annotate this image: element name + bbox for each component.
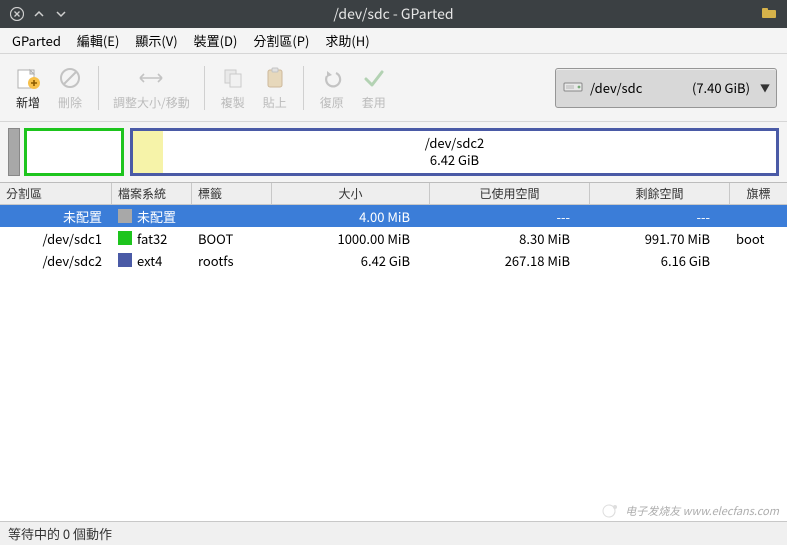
delete-icon — [58, 64, 82, 92]
col-unused[interactable]: 剩餘空間 — [590, 183, 730, 204]
map-part-size: 6.42 GiB — [425, 152, 485, 169]
window-title: /dev/sdc - GParted — [333, 4, 453, 24]
map-partition-sdc2[interactable]: /dev/sdc2 6.42 GiB — [130, 128, 779, 176]
cell-used: 8.30 MiB — [430, 229, 590, 248]
cell-size: 4.00 MiB — [272, 207, 430, 226]
cell-partition: /dev/sdc1 — [0, 229, 112, 248]
table-row[interactable]: 未配置未配置4.00 MiB------ — [0, 205, 787, 227]
map-partition-sdc1[interactable] — [24, 128, 124, 176]
table-header: 分割區 檔案系統 標籤 大小 已使用空間 剩餘空間 旗標 — [0, 183, 787, 205]
col-label[interactable]: 標籤 — [192, 183, 272, 204]
table-body: 未配置未配置4.00 MiB------/dev/sdc1fat32BOOT10… — [0, 205, 787, 521]
watermark-icon — [601, 503, 621, 519]
cell-filesystem: 未配置 — [112, 207, 192, 226]
paste-button: 貼上 — [255, 60, 295, 115]
down-button[interactable] — [52, 5, 70, 23]
paste-label: 貼上 — [263, 94, 287, 111]
status-bar: 等待中的 0 個動作 — [0, 521, 787, 545]
chevron-up-icon — [33, 8, 45, 20]
cell-size: 1000.00 MiB — [272, 229, 430, 248]
close-button[interactable] — [8, 5, 26, 23]
toolbar-separator — [204, 66, 205, 110]
cell-filesystem: fat32 — [112, 229, 192, 248]
watermark: 电子发烧友 www.elecfans.com — [601, 503, 779, 519]
device-selector[interactable]: /dev/sdc (7.40 GiB) ▼ — [555, 68, 777, 108]
drive-icon — [562, 77, 584, 99]
apply-label: 套用 — [362, 94, 386, 111]
menu-partition[interactable]: 分割區(P) — [245, 28, 317, 53]
apply-button: 套用 — [354, 60, 394, 115]
titlebar: /dev/sdc - GParted — [0, 0, 787, 28]
col-size[interactable]: 大小 — [272, 183, 430, 204]
up-button[interactable] — [30, 5, 48, 23]
menu-help[interactable]: 求助(H) — [317, 28, 377, 53]
paste-icon — [263, 64, 287, 92]
menu-gparted[interactable]: GParted — [4, 28, 69, 53]
device-size: (7.40 GiB) — [692, 78, 750, 97]
resize-icon — [136, 64, 166, 92]
cell-unused: --- — [590, 207, 730, 226]
app-indicator-icon — [761, 5, 779, 24]
menubar: GParted 編輯(E) 顯示(V) 裝置(D) 分割區(P) 求助(H) — [0, 28, 787, 54]
undo-icon — [320, 64, 344, 92]
copy-button: 複製 — [213, 60, 253, 115]
new-label: 新增 — [16, 94, 40, 111]
disk-map: /dev/sdc2 6.42 GiB — [0, 122, 787, 182]
menu-device[interactable]: 裝置(D) — [186, 28, 246, 53]
resize-label: 調整大小/移動 — [113, 94, 190, 111]
table-row[interactable]: /dev/sdc2ext4rootfs6.42 GiB267.18 MiB6.1… — [0, 249, 787, 271]
cell-size: 6.42 GiB — [272, 251, 430, 270]
col-filesystem[interactable]: 檔案系統 — [112, 183, 192, 204]
cell-used: --- — [430, 207, 590, 226]
delete-button: 刪除 — [50, 60, 90, 115]
partition-table: 分割區 檔案系統 標籤 大小 已使用空間 剩餘空間 旗標 未配置未配置 4.00 … — [0, 182, 787, 521]
col-flags[interactable]: 旗標 — [730, 183, 787, 204]
menu-edit[interactable]: 編輯(E) — [69, 28, 127, 53]
new-icon — [15, 64, 41, 92]
delete-label: 刪除 — [58, 94, 82, 111]
watermark-text: 电子发烧友 www.elecfans.com — [625, 503, 779, 519]
cell-partition: /dev/sdc2 — [0, 251, 112, 270]
cell-flags: boot — [730, 229, 787, 248]
undo-label: 復原 — [320, 94, 344, 111]
col-used[interactable]: 已使用空間 — [430, 183, 590, 204]
device-name: /dev/sdc — [590, 78, 642, 97]
toolbar-separator — [303, 66, 304, 110]
undo-button: 復原 — [312, 60, 352, 115]
new-button[interactable]: 新增 — [8, 60, 48, 115]
apply-icon — [362, 64, 386, 92]
table-row[interactable]: /dev/sdc1fat32BOOT1000.00 MiB8.30 MiB991… — [0, 227, 787, 249]
fs-swatch — [118, 209, 132, 223]
cell-unused: 991.70 MiB — [590, 229, 730, 248]
col-partition[interactable]: 分割區 — [0, 183, 112, 204]
resize-button: 調整大小/移動 — [107, 60, 196, 115]
toolbar: 新增 刪除 調整大小/移動 複製 貼上 復原 套用 — [0, 54, 787, 122]
cell-partition: 未配置 — [0, 207, 112, 226]
status-text: 等待中的 0 個動作 — [8, 524, 112, 543]
map-unallocated[interactable] — [8, 128, 20, 176]
chevron-down-icon — [55, 8, 67, 20]
cell-unused: 6.16 GiB — [590, 251, 730, 270]
cell-label: rootfs — [192, 251, 272, 270]
cell-label: BOOT — [192, 229, 272, 248]
copy-label: 複製 — [221, 94, 245, 111]
menu-view[interactable]: 顯示(V) — [127, 28, 185, 53]
fs-swatch — [118, 231, 132, 245]
fs-swatch — [118, 253, 132, 267]
chevron-down-icon: ▼ — [760, 80, 770, 95]
close-icon — [10, 7, 24, 21]
cell-filesystem: ext4 — [112, 251, 192, 270]
toolbar-separator — [98, 66, 99, 110]
copy-icon — [221, 64, 245, 92]
cell-used: 267.18 MiB — [430, 251, 590, 270]
